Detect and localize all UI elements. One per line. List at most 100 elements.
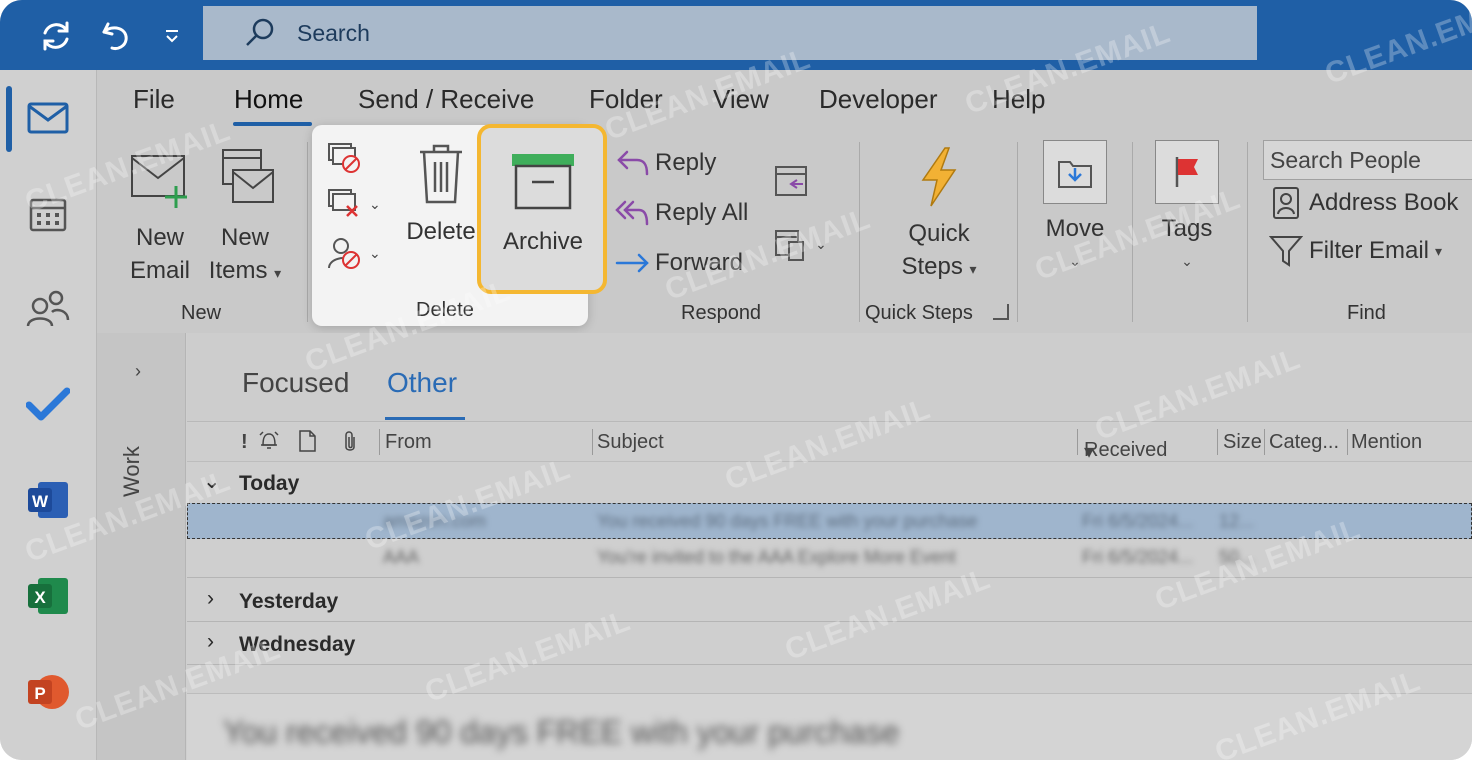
group-label-delete: Delete [416, 299, 474, 321]
reply-button[interactable]: Reply [615, 148, 716, 178]
folder-pane-label: Work [119, 446, 144, 497]
powerpoint-icon[interactable]: P [22, 668, 74, 716]
quick-steps-button[interactable]: Quick Steps ▾ [887, 146, 991, 286]
row-received: Fri 6/5/2024... [1082, 547, 1194, 567]
group-header-today[interactable]: ⌄ Today [187, 463, 1472, 503]
archive-button[interactable]: Archive [491, 152, 595, 258]
active-app-indicator [6, 86, 12, 152]
column-size[interactable]: Size [1223, 431, 1262, 454]
column-separator [1264, 429, 1265, 455]
archive-icon [512, 154, 574, 210]
junk-button[interactable]: ⌄ [327, 236, 381, 270]
chevron-down-icon: ▾ [1435, 242, 1443, 259]
tab-focused[interactable]: Focused [242, 367, 349, 399]
excel-icon[interactable]: X [22, 572, 74, 620]
customize-toolbar-icon[interactable] [150, 14, 194, 58]
calendar-icon[interactable] [22, 190, 74, 238]
more-respond-icon [775, 230, 804, 261]
delete-button[interactable]: Delete [403, 140, 479, 248]
row-content: amazon.com You received 90 days FREE wit… [187, 503, 1472, 539]
attachment-icon[interactable] [340, 429, 360, 461]
move-label: Move [1045, 215, 1105, 242]
more-respond-button[interactable]: ⌄ [773, 226, 827, 262]
importance-icon[interactable]: ! [241, 431, 248, 454]
tab-folder[interactable]: Folder [589, 84, 663, 115]
ribbon-separator [1017, 142, 1018, 322]
search-box[interactable]: Search [203, 6, 1257, 60]
new-items-icon [222, 149, 274, 203]
dialog-launcher-icon[interactable] [993, 304, 1009, 320]
row-size: 50... [1219, 547, 1255, 567]
tab-developer[interactable]: Developer [819, 84, 938, 115]
table-row[interactable]: amazon.com You received 90 days FREE wit… [187, 503, 1472, 539]
group-header-yesterday[interactable]: › Yesterday [187, 581, 1472, 621]
column-separator [592, 429, 593, 455]
todo-icon[interactable] [22, 380, 74, 428]
expand-folder-pane-icon[interactable]: › [135, 361, 141, 382]
address-book-button[interactable]: Address Book [1271, 186, 1458, 220]
tags-button[interactable]: Tags ⌄ [1149, 140, 1225, 278]
tab-send-receive[interactable]: Send / Receive [358, 84, 534, 115]
reply-all-label: Reply All [655, 199, 749, 226]
new-email-button[interactable]: New Email [124, 150, 196, 287]
tags-label: Tags [1161, 215, 1213, 242]
column-from[interactable]: From [385, 431, 432, 454]
title-bar: Search [0, 0, 1472, 70]
search-people-input[interactable]: Search People [1263, 140, 1472, 180]
new-email-label-1: New [135, 224, 184, 251]
table-row[interactable]: AAA You're invited to the AAA Explore Mo… [187, 539, 1472, 575]
undo-icon[interactable] [94, 14, 138, 58]
chevron-down-icon: ▾ [969, 261, 977, 277]
word-icon[interactable]: W [22, 476, 74, 524]
column-separator [379, 429, 380, 455]
new-items-label-2: Items ▾ [205, 254, 285, 290]
new-email-icon [131, 155, 187, 208]
delete-button-label: Delete [406, 218, 476, 245]
column-mention[interactable]: Mention [1351, 431, 1422, 454]
chevron-right-icon: › [207, 587, 214, 610]
group-label: Wednesday [239, 633, 356, 656]
search-icon [246, 18, 274, 46]
new-items-label-2-text: Items [208, 257, 268, 284]
filter-email-button[interactable]: Filter Email ▾ [1269, 234, 1442, 268]
sort-chevron-icon: ▾ [1084, 441, 1095, 463]
outlook-window: Search W X P File Home Send / Receive Fo… [0, 0, 1472, 760]
meeting-reply-button[interactable] [773, 162, 811, 198]
filter-email-label: Filter Email [1309, 237, 1430, 264]
column-categories[interactable]: Categ... [1269, 431, 1339, 454]
tab-file[interactable]: File [133, 84, 175, 115]
reply-icon [617, 150, 649, 176]
reading-pane: You received 90 days FREE with your purc… [187, 693, 1472, 760]
content-area: › Work Focused Other ! From Subject Rece… [97, 333, 1472, 760]
forward-button[interactable]: Forward [615, 248, 743, 278]
archive-button-label: Archive [502, 228, 584, 255]
column-subject[interactable]: Subject [597, 431, 664, 454]
group-header-wednesday[interactable]: › Wednesday [187, 624, 1472, 664]
column-header-row: ! From Subject Received ▾ Size Categ... … [187, 423, 1472, 463]
sync-icon[interactable] [34, 14, 78, 58]
tab-home[interactable]: Home [234, 84, 303, 115]
clean-up-button[interactable]: ⌄ [327, 188, 381, 220]
ignore-button[interactable] [327, 142, 363, 174]
active-tab-underline [385, 417, 465, 420]
document-icon[interactable] [297, 429, 317, 459]
group-label: Today [239, 472, 300, 495]
chevron-down-icon: ▾ [274, 265, 282, 281]
tab-view[interactable]: View [713, 84, 769, 115]
column-separator [1077, 429, 1078, 455]
move-button[interactable]: Move ⌄ [1035, 140, 1115, 278]
people-icon[interactable] [22, 284, 74, 332]
mail-icon[interactable] [22, 94, 74, 142]
focused-other-tabs: Focused Other [187, 333, 1472, 422]
search-people-placeholder: Search People [1270, 146, 1421, 173]
reply-all-icon [615, 200, 649, 226]
tab-other[interactable]: Other [387, 367, 457, 399]
mail-list: Focused Other ! From Subject Received ▾ … [187, 333, 1472, 760]
new-items-button[interactable]: New Items ▾ [205, 146, 285, 290]
reply-all-button[interactable]: Reply All [615, 198, 748, 228]
clean-up-icon [328, 189, 358, 217]
row-subject: You're invited to the AAA Explore More E… [597, 547, 956, 567]
reminder-icon[interactable] [257, 429, 281, 459]
tab-help[interactable]: Help [992, 84, 1045, 115]
row-from: AAA [383, 547, 420, 567]
